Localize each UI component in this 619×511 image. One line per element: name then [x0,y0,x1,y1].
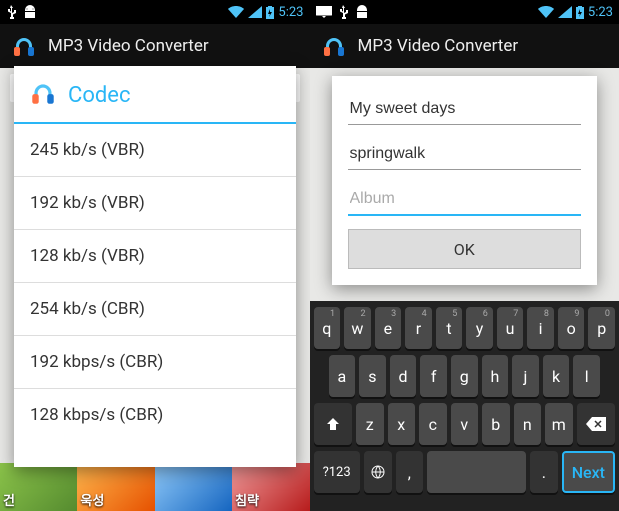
key-x[interactable]: x [388,403,416,445]
codec-option[interactable]: 128 kbps/s (CBR) [14,389,296,441]
ad-tile[interactable]: 욱성 [77,463,154,511]
dialog-icon [28,78,58,112]
phone-left: 5:23 MP3 Video Converter /storage/sdcard… [0,0,310,511]
key-j[interactable]: j [512,355,539,397]
codec-option[interactable]: 254 kb/s (CBR) [14,283,296,336]
usb-icon [6,5,16,19]
key-q[interactable]: q1 [314,307,341,349]
codec-option[interactable]: 245 kb/s (VBR) [14,124,296,177]
usb-icon [338,5,348,19]
ad-tile[interactable]: 건 [0,463,77,511]
app-title: MP3 Video Converter [48,36,209,56]
codec-dialog: Codec 245 kb/s (VBR) 192 kb/s (VBR) 128 … [14,66,296,467]
wifi-icon [228,6,244,18]
key-a[interactable]: a [329,355,356,397]
app-title: MP3 Video Converter [358,36,519,56]
ad-tile[interactable]: 침략 [232,463,309,511]
key-space[interactable] [427,451,526,493]
status-bar: 5:23 [0,0,310,24]
ad-tile[interactable] [155,463,232,511]
app-icon [320,32,348,60]
key-v[interactable]: v [451,403,479,445]
codec-option[interactable]: 128 kb/s (VBR) [14,230,296,283]
key-t[interactable]: t5 [436,307,463,349]
key-lang[interactable] [364,451,392,493]
ad-strip[interactable]: 건 욱성 침략 [0,463,310,511]
key-period[interactable]: . [530,451,558,493]
key-next[interactable]: Next [562,451,615,493]
wifi-icon [538,6,554,18]
artist-field[interactable] [348,139,582,170]
key-row: q1 w2 e3 r4 t5 y6 u7 i8 o9 p0 [314,307,616,349]
album-field[interactable] [348,184,582,216]
codec-list: 245 kb/s (VBR) 192 kb/s (VBR) 128 kb/s (… [14,124,296,467]
key-shift[interactable] [314,403,353,445]
key-symbols[interactable]: ?123 [314,451,360,493]
key-z[interactable]: z [356,403,384,445]
key-s[interactable]: s [359,355,386,397]
key-d[interactable]: d [390,355,417,397]
action-bar: MP3 Video Converter [310,24,619,68]
status-time: 5:23 [278,5,303,20]
battery-icon [266,6,274,19]
key-b[interactable]: b [482,403,510,445]
codec-option[interactable]: 192 kb/s (VBR) [14,177,296,230]
signal-icon [248,6,262,18]
phone-right: 5:23 MP3 Video Converter OK q1 w2 e3 r4 … [310,0,619,511]
key-h[interactable]: h [482,355,509,397]
status-time: 5:23 [588,5,613,20]
action-bar: MP3 Video Converter [0,24,310,68]
key-backspace[interactable] [577,403,616,445]
app-icon [10,32,38,60]
key-i[interactable]: i8 [527,307,554,349]
key-o[interactable]: o9 [558,307,585,349]
soft-keyboard: q1 w2 e3 r4 t5 y6 u7 i8 o9 p0 a s d f g … [310,301,619,511]
key-y[interactable]: y6 [466,307,493,349]
key-n[interactable]: n [514,403,542,445]
key-row: a s d f g h j k l [314,355,616,397]
key-m[interactable]: m [545,403,573,445]
battery-icon [576,6,584,19]
signal-icon [558,6,572,18]
key-e[interactable]: e3 [375,307,402,349]
metadata-dialog: OK [332,76,598,285]
codec-option[interactable]: 192 kbps/s (CBR) [14,336,296,389]
status-bar: 5:23 [310,0,619,24]
key-u[interactable]: u7 [497,307,524,349]
key-row: ?123 , . Next [314,451,616,493]
key-g[interactable]: g [451,355,478,397]
title-field[interactable] [348,94,582,125]
key-k[interactable]: k [543,355,570,397]
key-c[interactable]: c [419,403,447,445]
ok-button[interactable]: OK [348,229,582,269]
android-icon [22,5,38,19]
key-p[interactable]: p0 [588,307,615,349]
key-f[interactable]: f [420,355,447,397]
key-w[interactable]: w2 [344,307,371,349]
android-icon [354,5,370,19]
keyboard-indicator-icon [316,6,332,18]
dialog-title: Codec [68,83,130,108]
key-comma[interactable]: , [396,451,424,493]
key-l[interactable]: l [573,355,600,397]
key-row: z x c v b n m [314,403,616,445]
key-r[interactable]: r4 [405,307,432,349]
